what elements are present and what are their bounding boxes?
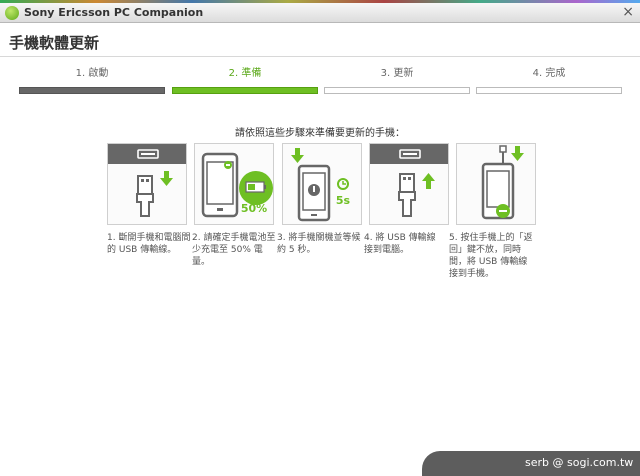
step-description-2: 2. 請確定手機電池至少充電至 50% 電量。	[192, 233, 276, 267]
step-progress-bar	[476, 87, 622, 94]
step-card-5	[456, 143, 536, 225]
step-progress-bar	[172, 87, 318, 94]
step-label: 1. 啟動	[75, 68, 109, 79]
back-key-phone-icon	[481, 145, 524, 220]
page-title: 手機軟體更新	[9, 34, 100, 52]
step-description-4: 4. 將 USB 傳輸線接到電腦。	[364, 233, 436, 255]
close-button[interactable]: ×	[622, 4, 634, 20]
instruction-text: 請依照這些步驟來準備要更新的手機：	[235, 128, 405, 139]
battery-phone-icon: 50%	[201, 152, 273, 218]
step-card-2: 50%	[194, 143, 274, 225]
usb-plug-icon	[370, 144, 448, 217]
window-titlebar: Sony Ericsson PC Companion ×	[0, 3, 640, 23]
step-card-1	[107, 143, 187, 225]
step-progress-bar	[324, 87, 470, 94]
step-label: 2. 準備	[228, 68, 262, 79]
step-progress-bar	[19, 87, 165, 94]
power-off-phone-icon: 5s	[291, 148, 351, 222]
step-2: 2. 準備	[170, 66, 320, 94]
step-3: 3. 更新	[322, 66, 472, 94]
step-label: 3. 更新	[380, 68, 414, 79]
step-card-4	[369, 143, 449, 225]
step-description-1: 1. 斷開手機和電腦間的 USB 傳輸線。	[107, 233, 191, 255]
step-label: 4. 完成	[532, 68, 566, 79]
step-description-5: 5. 按住手機上的「返回」鍵不放，同時間，將 USB 傳輸線接到手機。	[449, 233, 533, 279]
wait-time-label: 5s	[336, 194, 351, 207]
app-logo-icon	[5, 6, 19, 20]
watermark: serb @ sogi.com.tw	[525, 456, 634, 469]
step-description-3: 3. 將手機關機並等候約 5 秒。	[277, 233, 361, 255]
divider	[0, 56, 640, 57]
usb-unplug-icon	[108, 144, 186, 217]
step-card-3: 5s	[282, 143, 362, 225]
window-title: Sony Ericsson PC Companion	[24, 6, 204, 19]
battery-percent-label: 50%	[241, 202, 267, 215]
step-4: 4. 完成	[474, 66, 624, 94]
step-1: 1. 啟動	[17, 66, 167, 94]
